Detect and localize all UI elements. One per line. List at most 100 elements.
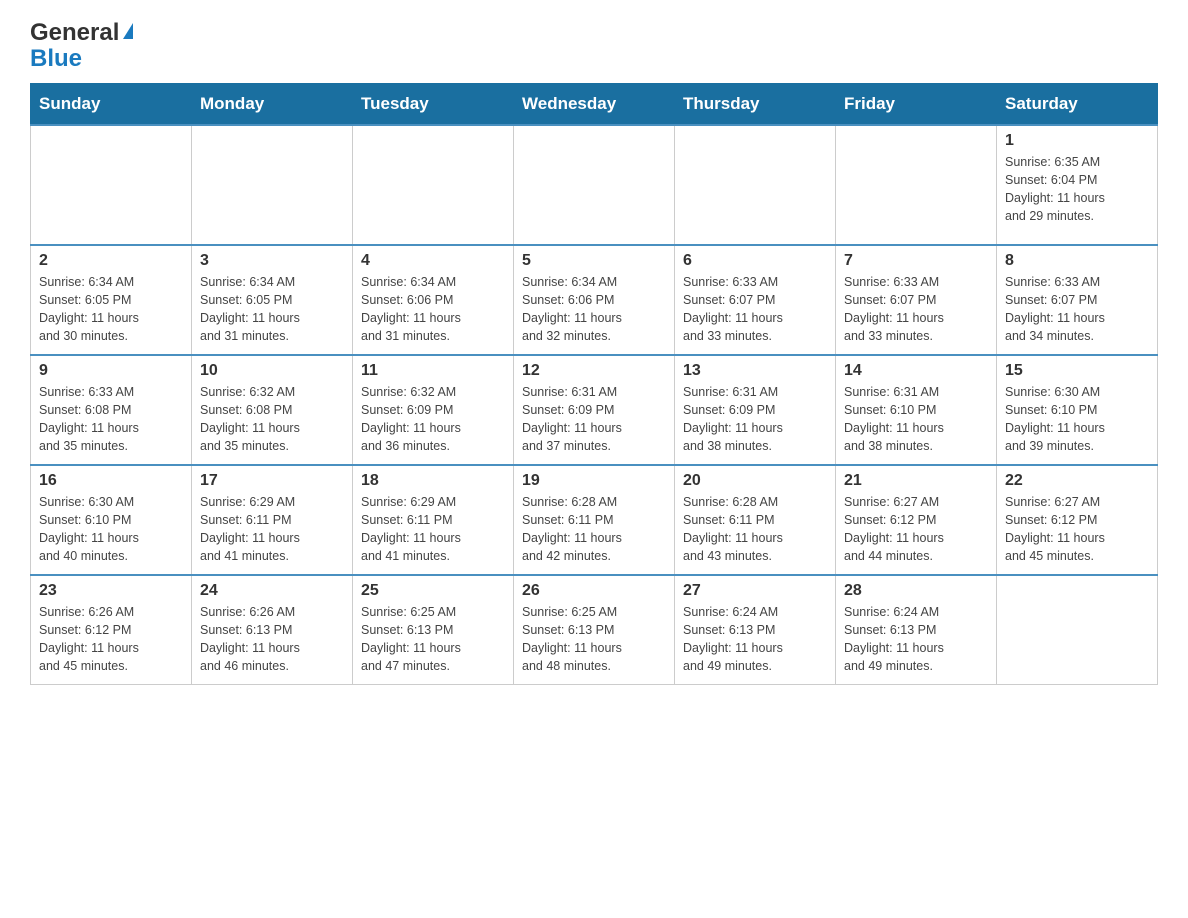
day-number: 11 <box>361 362 505 380</box>
calendar-cell <box>836 125 997 245</box>
day-number: 19 <box>522 472 666 490</box>
day-info: Sunrise: 6:34 AMSunset: 6:05 PMDaylight:… <box>200 273 344 346</box>
calendar-week-row: 9 Sunrise: 6:33 AMSunset: 6:08 PMDaylight… <box>31 355 1158 465</box>
day-number: 14 <box>844 362 988 380</box>
day-number: 25 <box>361 582 505 600</box>
calendar-cell: 17 Sunrise: 6:29 AMSunset: 6:11 PMDayligh… <box>192 465 353 575</box>
logo-wordmark: General Blue <box>30 20 133 73</box>
day-info: Sunrise: 6:33 AMSunset: 6:08 PMDaylight:… <box>39 383 183 456</box>
calendar-cell: 18 Sunrise: 6:29 AMSunset: 6:11 PMDayligh… <box>353 465 514 575</box>
day-number: 26 <box>522 582 666 600</box>
day-info: Sunrise: 6:33 AMSunset: 6:07 PMDaylight:… <box>1005 273 1149 346</box>
day-number: 5 <box>522 252 666 270</box>
calendar-cell: 14 Sunrise: 6:31 AMSunset: 6:10 PMDayligh… <box>836 355 997 465</box>
day-number: 24 <box>200 582 344 600</box>
calendar-cell <box>514 125 675 245</box>
logo-general: General <box>30 20 119 46</box>
calendar-cell: 2Sunrise: 6:34 AMSunset: 6:05 PMDaylight… <box>31 245 192 355</box>
day-number: 2 <box>39 252 183 270</box>
day-info: Sunrise: 6:25 AMSunset: 6:13 PMDaylight:… <box>522 603 666 676</box>
calendar-cell: 13 Sunrise: 6:31 AMSunset: 6:09 PMDayligh… <box>675 355 836 465</box>
calendar-cell: 15 Sunrise: 6:30 AMSunset: 6:10 PMDayligh… <box>997 355 1158 465</box>
day-number: 13 <box>683 362 827 380</box>
day-number: 16 <box>39 472 183 490</box>
calendar-week-row: 23 Sunrise: 6:26 AMSunset: 6:12 PMDayligh… <box>31 575 1158 685</box>
calendar-cell: 23 Sunrise: 6:26 AMSunset: 6:12 PMDayligh… <box>31 575 192 685</box>
calendar-cell: 3 Sunrise: 6:34 AMSunset: 6:05 PMDaylight… <box>192 245 353 355</box>
calendar-cell: 6 Sunrise: 6:33 AMSunset: 6:07 PMDaylight… <box>675 245 836 355</box>
calendar-cell: 27 Sunrise: 6:24 AMSunset: 6:13 PMDayligh… <box>675 575 836 685</box>
day-header-wednesday: Wednesday <box>514 83 675 125</box>
day-number: 12 <box>522 362 666 380</box>
day-number: 18 <box>361 472 505 490</box>
calendar-week-row: 1 Sunrise: 6:35 AMSunset: 6:04 PMDaylight… <box>31 125 1158 245</box>
day-info: Sunrise: 6:29 AMSunset: 6:11 PMDaylight:… <box>361 493 505 566</box>
day-info: Sunrise: 6:31 AMSunset: 6:09 PMDaylight:… <box>683 383 827 456</box>
day-info: Sunrise: 6:31 AMSunset: 6:10 PMDaylight:… <box>844 383 988 456</box>
logo-triangle-icon <box>123 23 133 39</box>
day-info: Sunrise: 6:34 AMSunset: 6:06 PMDaylight:… <box>361 273 505 346</box>
calendar-cell: 7 Sunrise: 6:33 AMSunset: 6:07 PMDaylight… <box>836 245 997 355</box>
day-number: 22 <box>1005 472 1149 490</box>
calendar-week-row: 16 Sunrise: 6:30 AMSunset: 6:10 PMDayligh… <box>31 465 1158 575</box>
calendar-cell <box>192 125 353 245</box>
calendar-cell: 5 Sunrise: 6:34 AMSunset: 6:06 PMDaylight… <box>514 245 675 355</box>
day-number: 10 <box>200 362 344 380</box>
calendar-cell: 9 Sunrise: 6:33 AMSunset: 6:08 PMDaylight… <box>31 355 192 465</box>
calendar-cell <box>997 575 1158 685</box>
calendar-cell: 28Sunrise: 6:24 AMSunset: 6:13 PMDayligh… <box>836 575 997 685</box>
day-number: 1 <box>1005 132 1149 150</box>
day-number: 3 <box>200 252 344 270</box>
day-info: Sunrise: 6:33 AMSunset: 6:07 PMDaylight:… <box>683 273 827 346</box>
calendar-cell <box>31 125 192 245</box>
calendar-header-row: SundayMondayTuesdayWednesdayThursdayFrid… <box>31 83 1158 125</box>
calendar-cell: 4 Sunrise: 6:34 AMSunset: 6:06 PMDaylight… <box>353 245 514 355</box>
day-info: Sunrise: 6:33 AMSunset: 6:07 PMDaylight:… <box>844 273 988 346</box>
day-number: 20 <box>683 472 827 490</box>
day-header-tuesday: Tuesday <box>353 83 514 125</box>
day-info: Sunrise: 6:28 AMSunset: 6:11 PMDaylight:… <box>522 493 666 566</box>
day-info: Sunrise: 6:29 AMSunset: 6:11 PMDaylight:… <box>200 493 344 566</box>
calendar-cell: 25 Sunrise: 6:25 AMSunset: 6:13 PMDayligh… <box>353 575 514 685</box>
calendar-cell: 1 Sunrise: 6:35 AMSunset: 6:04 PMDaylight… <box>997 125 1158 245</box>
day-info: Sunrise: 6:26 AMSunset: 6:12 PMDaylight:… <box>39 603 183 676</box>
day-number: 15 <box>1005 362 1149 380</box>
day-number: 27 <box>683 582 827 600</box>
day-number: 23 <box>39 582 183 600</box>
calendar-cell: 24 Sunrise: 6:26 AMSunset: 6:13 PMDayligh… <box>192 575 353 685</box>
day-header-saturday: Saturday <box>997 83 1158 125</box>
day-number: 6 <box>683 252 827 270</box>
day-info: Sunrise: 6:27 AMSunset: 6:12 PMDaylight:… <box>844 493 988 566</box>
day-info: Sunrise: 6:30 AMSunset: 6:10 PMDaylight:… <box>1005 383 1149 456</box>
calendar-cell: 11Sunrise: 6:32 AMSunset: 6:09 PMDayligh… <box>353 355 514 465</box>
day-info: Sunrise: 6:24 AMSunset: 6:13 PMDaylight:… <box>683 603 827 676</box>
day-number: 4 <box>361 252 505 270</box>
day-info: Sunrise: 6:27 AMSunset: 6:12 PMDaylight:… <box>1005 493 1149 566</box>
logo-blue: Blue <box>30 45 82 72</box>
calendar-cell: 19 Sunrise: 6:28 AMSunset: 6:11 PMDayligh… <box>514 465 675 575</box>
day-header-friday: Friday <box>836 83 997 125</box>
calendar-cell: 8Sunrise: 6:33 AMSunset: 6:07 PMDaylight… <box>997 245 1158 355</box>
day-header-thursday: Thursday <box>675 83 836 125</box>
calendar-cell: 26 Sunrise: 6:25 AMSunset: 6:13 PMDayligh… <box>514 575 675 685</box>
day-info: Sunrise: 6:34 AMSunset: 6:06 PMDaylight:… <box>522 273 666 346</box>
day-number: 7 <box>844 252 988 270</box>
day-info: Sunrise: 6:31 AMSunset: 6:09 PMDaylight:… <box>522 383 666 456</box>
calendar-table: SundayMondayTuesdayWednesdayThursdayFrid… <box>30 83 1158 686</box>
calendar-cell <box>675 125 836 245</box>
day-info: Sunrise: 6:25 AMSunset: 6:13 PMDaylight:… <box>361 603 505 676</box>
day-info: Sunrise: 6:35 AMSunset: 6:04 PMDaylight:… <box>1005 153 1149 226</box>
day-number: 21 <box>844 472 988 490</box>
page-header: General Blue <box>30 20 1158 73</box>
day-info: Sunrise: 6:32 AMSunset: 6:08 PMDaylight:… <box>200 383 344 456</box>
calendar-cell: 10 Sunrise: 6:32 AMSunset: 6:08 PMDayligh… <box>192 355 353 465</box>
day-info: Sunrise: 6:30 AMSunset: 6:10 PMDaylight:… <box>39 493 183 566</box>
day-info: Sunrise: 6:28 AMSunset: 6:11 PMDaylight:… <box>683 493 827 566</box>
day-number: 17 <box>200 472 344 490</box>
day-header-monday: Monday <box>192 83 353 125</box>
calendar-cell: 16 Sunrise: 6:30 AMSunset: 6:10 PMDayligh… <box>31 465 192 575</box>
calendar-cell: 20 Sunrise: 6:28 AMSunset: 6:11 PMDayligh… <box>675 465 836 575</box>
day-info: Sunrise: 6:26 AMSunset: 6:13 PMDaylight:… <box>200 603 344 676</box>
calendar-cell: 22 Sunrise: 6:27 AMSunset: 6:12 PMDayligh… <box>997 465 1158 575</box>
day-number: 9 <box>39 362 183 380</box>
